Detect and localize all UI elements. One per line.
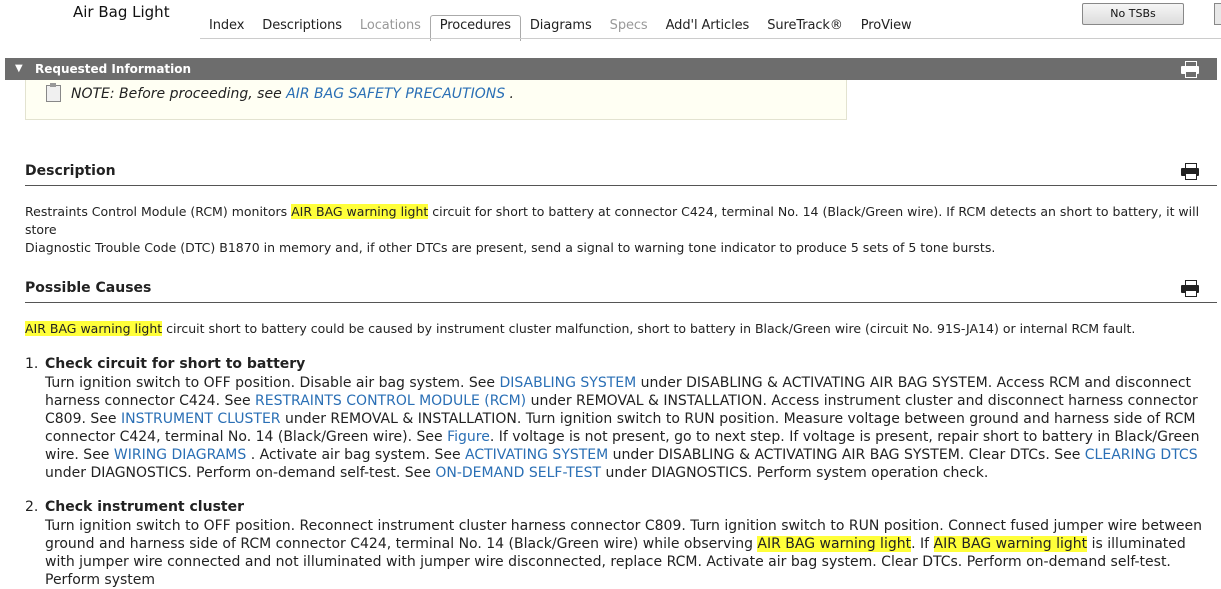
description-heading: Description: [25, 163, 1217, 186]
rcm-link[interactable]: RESTRAINTS CONTROL MODULE (RCM): [255, 393, 526, 409]
highlight: AIR BAG warning light: [757, 536, 912, 552]
note-box: NOTE: Before proceeding, see AIR BAG SAF…: [25, 80, 847, 120]
tab-bar: Index Descriptions Locations Procedures …: [200, 15, 921, 41]
printer-icon[interactable]: [1181, 61, 1199, 78]
highlight: AIR BAG warning light: [25, 321, 163, 336]
air-bag-safety-link[interactable]: AIR BAG SAFETY PRECAUTIONS: [286, 86, 505, 102]
tab-suretrack[interactable]: SureTrack®: [758, 15, 852, 40]
possible-causes-text: AIR BAG warning light circuit short to b…: [25, 321, 1136, 336]
wiring-diagrams-link[interactable]: WIRING DIAGRAMS: [114, 447, 246, 463]
tab-proview[interactable]: ProView: [852, 15, 921, 40]
description-printer-icon[interactable]: [1181, 163, 1199, 180]
highlight: AIR BAG warning light: [291, 204, 429, 219]
description-text: Restraints Control Module (RCM) monitors…: [25, 204, 1200, 255]
tab-divider: [200, 38, 1221, 39]
step-title: Check instrument cluster: [45, 499, 244, 515]
tab-index[interactable]: Index: [200, 15, 253, 40]
tab-addl-articles[interactable]: Add'l Articles: [657, 15, 759, 40]
requested-info-bar[interactable]: ▼ Requested Information: [5, 58, 1217, 80]
tab-locations: Locations: [359, 18, 421, 33]
on-demand-self-test-link[interactable]: ON-DEMAND SELF-TEST: [435, 465, 601, 481]
note-text: NOTE: Before proceeding, see AIR BAG SAF…: [71, 86, 515, 102]
step-body: Turn ignition switch to OFF position. Di…: [45, 375, 1200, 481]
tab-diagrams[interactable]: Diagrams: [521, 15, 601, 40]
requested-info-label: Requested Information: [35, 62, 192, 76]
instrument-cluster-link[interactable]: INSTRUMENT CLUSTER: [121, 411, 281, 427]
highlight: AIR BAG warning light: [933, 536, 1088, 552]
possible-causes-heading: Possible Causes: [25, 280, 1217, 303]
clipboard-icon: [46, 83, 61, 102]
no-tsbs-button[interactable]: No TSBs: [1082, 3, 1184, 25]
top-toolbar: Air Bag Light Index Descriptions Locatio…: [0, 0, 1221, 44]
causes-printer-icon[interactable]: [1181, 280, 1199, 297]
disabling-system-link[interactable]: DISABLING SYSTEM: [499, 375, 636, 391]
step-title: Check circuit for short to battery: [45, 356, 306, 372]
clearing-dtcs-link[interactable]: CLEARING DTCS: [1085, 447, 1198, 463]
collapse-triangle-icon[interactable]: ▼: [15, 63, 23, 74]
tab-descriptions[interactable]: Descriptions: [253, 15, 351, 40]
step-number: 2.: [25, 499, 39, 515]
figure-link[interactable]: Figure: [447, 429, 490, 445]
page-title: Air Bag Light: [73, 3, 170, 21]
overflow-button[interactable]: [1214, 3, 1221, 25]
step-number: 1.: [25, 356, 39, 372]
activating-system-link[interactable]: ACTIVATING SYSTEM: [465, 447, 608, 463]
tab-specs: Specs: [609, 18, 648, 33]
step-body: Turn ignition switch to OFF position. Re…: [45, 518, 1202, 588]
